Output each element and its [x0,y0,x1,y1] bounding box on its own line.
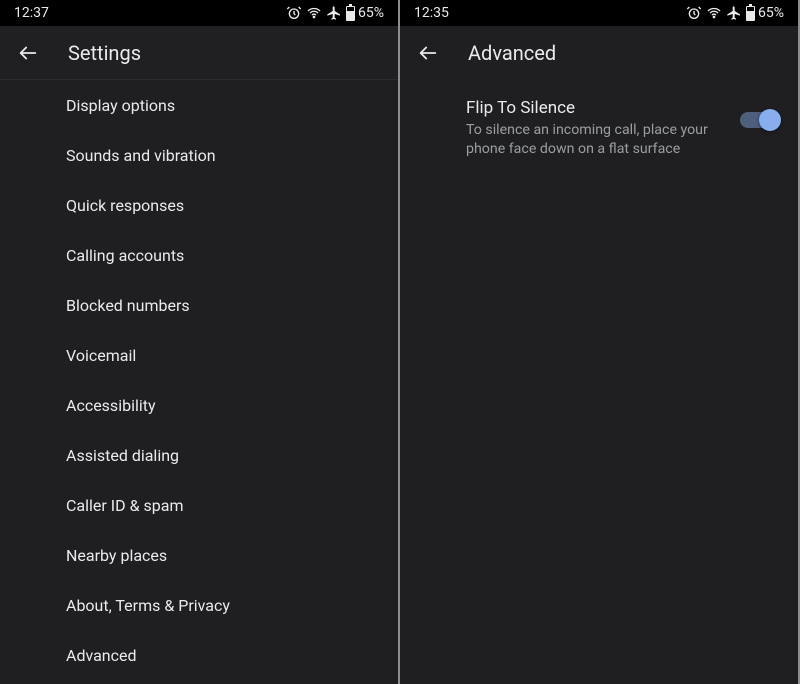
status-time: 12:37 [14,5,49,21]
settings-item-label: Sounds and vibration [66,146,216,165]
flip-to-silence-title: Flip To Silence [466,98,740,118]
back-button[interactable] [16,41,40,65]
settings-item-label: Caller ID & spam [66,496,184,515]
battery-icon [346,6,355,21]
settings-item-label: Voicemail [66,346,136,365]
settings-item-caller-id-spam[interactable]: Caller ID & spam [0,480,398,530]
settings-item-accessibility[interactable]: Accessibility [0,380,398,430]
settings-item-label: Calling accounts [66,246,184,265]
alarm-icon [286,5,302,21]
settings-item-advanced[interactable]: Advanced [0,630,398,680]
battery-percent: 65% [758,5,784,21]
battery-percent: 65% [358,5,384,21]
app-bar: Settings [0,26,398,80]
settings-item-label: Assisted dialing [66,446,179,465]
settings-item-label: About, Terms & Privacy [66,596,230,615]
status-right-icons: 65% [686,5,784,21]
back-arrow-icon [417,42,439,64]
status-bar: 12:35 65% [400,0,798,26]
advanced-screen: 12:35 65% Advanced Flip To Silence To si… [400,0,800,684]
settings-item-label: Nearby places [66,546,167,565]
settings-item-label: Quick responses [66,196,184,215]
flip-to-silence-row[interactable]: Flip To Silence To silence an incoming c… [400,80,798,159]
settings-item-calling-accounts[interactable]: Calling accounts [0,230,398,280]
settings-item-voicemail[interactable]: Voicemail [0,330,398,380]
status-right-icons: 65% [286,5,384,21]
flip-to-silence-description: To silence an incoming call, place your … [466,121,740,159]
settings-item-quick-responses[interactable]: Quick responses [0,180,398,230]
settings-item-assisted-dialing[interactable]: Assisted dialing [0,430,398,480]
status-bar: 12:37 65% [0,0,398,26]
page-title: Settings [68,41,141,65]
status-time: 12:35 [414,5,449,21]
page-title: Advanced [468,41,556,65]
settings-item-nearby-places[interactable]: Nearby places [0,530,398,580]
settings-item-about-terms-privacy[interactable]: About, Terms & Privacy [0,580,398,630]
back-button[interactable] [416,41,440,65]
settings-item-label: Accessibility [66,396,156,415]
wifi-icon [706,5,722,21]
battery-indicator: 65% [346,5,384,21]
back-arrow-icon [17,42,39,64]
settings-item-label: Display options [66,96,175,115]
settings-list: Display options Sounds and vibration Qui… [0,80,398,684]
alarm-icon [686,5,702,21]
wifi-icon [306,5,322,21]
settings-item-blocked-numbers[interactable]: Blocked numbers [0,280,398,330]
app-bar: Advanced [400,26,798,80]
settings-item-label: Advanced [66,646,137,665]
airplane-icon [326,5,342,21]
toggle-knob [759,109,781,131]
settings-item-label: Blocked numbers [66,296,190,315]
battery-icon [746,6,755,21]
flip-to-silence-toggle[interactable] [740,112,778,128]
airplane-icon [726,5,742,21]
settings-item-display-options[interactable]: Display options [0,80,398,130]
battery-indicator: 65% [746,5,784,21]
settings-item-sounds-vibration[interactable]: Sounds and vibration [0,130,398,180]
settings-screen: 12:37 65% Settings Display options Sound… [0,0,400,684]
